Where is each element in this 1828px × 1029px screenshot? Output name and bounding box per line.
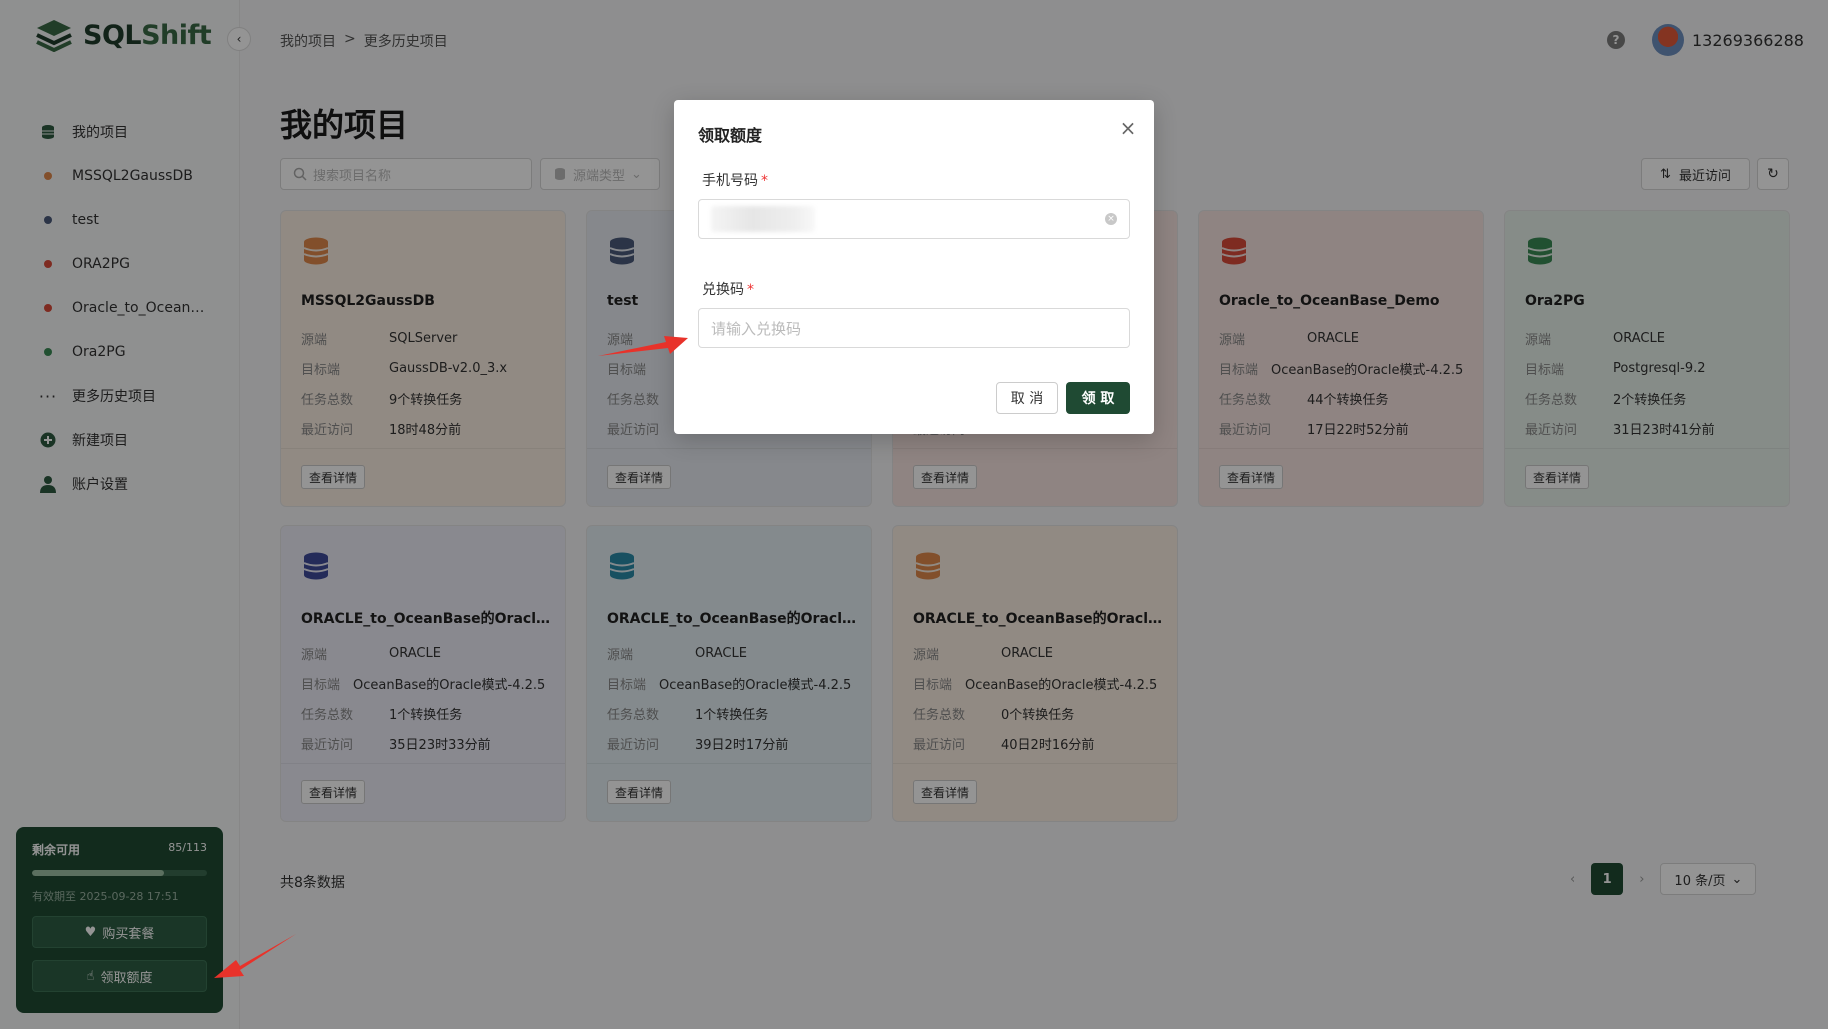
annotation-arrow-sidebar bbox=[214, 934, 296, 978]
annotation-arrow-modal bbox=[598, 336, 688, 356]
claim-quota-modal: 领取额度 × 手机号码 * × 兑换码 * 请输入兑换码 取 消 领 取 bbox=[674, 100, 1154, 434]
code-label: 兑换码 * bbox=[702, 282, 754, 298]
clear-icon[interactable]: × bbox=[1105, 213, 1117, 225]
redacted-phone bbox=[711, 206, 815, 232]
phone-label: 手机号码 * bbox=[702, 173, 768, 189]
cancel-button[interactable]: 取 消 bbox=[996, 382, 1058, 414]
phone-field[interactable]: × bbox=[698, 199, 1130, 239]
redeem-code-placeholder: 请输入兑换码 bbox=[711, 319, 802, 338]
redeem-code-field[interactable]: 请输入兑换码 bbox=[698, 308, 1130, 348]
modal-title: 领取额度 bbox=[698, 126, 763, 145]
close-icon[interactable]: × bbox=[1116, 116, 1140, 140]
claim-button[interactable]: 领 取 bbox=[1066, 382, 1130, 414]
